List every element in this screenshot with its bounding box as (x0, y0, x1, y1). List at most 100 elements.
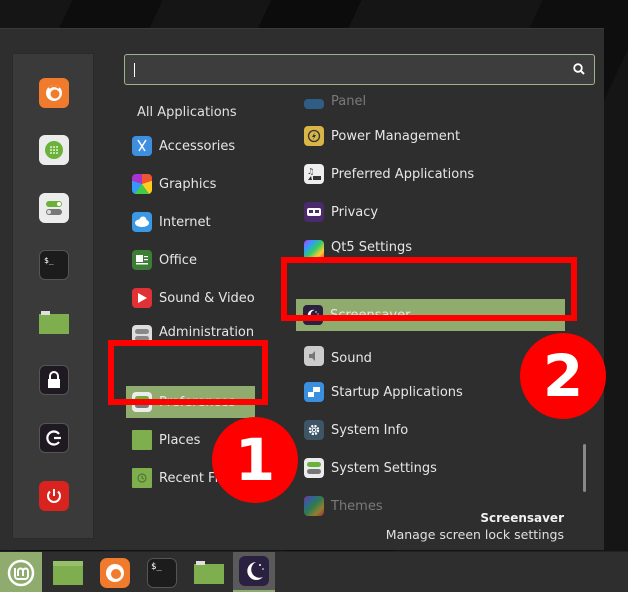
speaker-icon (304, 346, 324, 366)
app-system-info[interactable]: System Info (304, 414, 408, 446)
svg-text:$_: $_ (151, 562, 162, 572)
terminal-icon: $_ (147, 557, 177, 588)
app-label: Privacy (331, 204, 379, 220)
category-label: Internet (159, 214, 211, 230)
app-description: Screensaver Manage screen lock settings (386, 511, 564, 542)
favorite-shutdown[interactable] (39, 481, 69, 511)
app-label: Themes (331, 498, 383, 514)
app-label: System Info (331, 422, 409, 438)
apps-scrollbar[interactable] (583, 444, 586, 492)
category-graphics[interactable]: Graphics (132, 168, 216, 200)
favorite-logout[interactable] (39, 423, 69, 453)
app-label: Screensaver (330, 307, 411, 323)
startup-icon (304, 382, 324, 402)
app-sound[interactable]: Sound (304, 344, 372, 366)
admin-icon (132, 325, 152, 345)
favorite-system-settings[interactable] (39, 193, 69, 223)
favorite-lock-screen[interactable] (39, 365, 69, 395)
category-sound-video[interactable]: Sound & Video (132, 282, 255, 314)
taskbar-terminal[interactable]: $_ (141, 552, 183, 592)
recent-folder-icon (132, 468, 152, 488)
category-places[interactable]: Places (132, 424, 200, 456)
search-input[interactable] (124, 54, 595, 85)
category-label: Office (159, 252, 197, 268)
category-label: Accessories (159, 138, 236, 154)
logout-icon (46, 430, 61, 446)
app-system-settings[interactable]: System Settings (304, 452, 437, 484)
taskbar-files[interactable] (188, 552, 230, 592)
app-qt5-settings[interactable]: Qt5 Settings (304, 234, 412, 258)
app-label: Panel (331, 94, 367, 109)
description-title: Screensaver (480, 511, 564, 525)
taskbar-menu-button[interactable] (0, 552, 42, 592)
text-cursor (134, 63, 135, 77)
taskbar-show-desktop[interactable] (47, 552, 89, 592)
app-panel[interactable]: Panel (304, 87, 366, 109)
power-management-icon (304, 126, 324, 146)
app-themes[interactable]: Themes (304, 490, 383, 522)
moon-icon (303, 305, 323, 325)
app-screensaver[interactable]: Screensaver (296, 299, 565, 331)
category-administration[interactable]: Administration (132, 320, 254, 348)
privacy-mask-icon (304, 202, 324, 222)
app-preferred-applications[interactable]: ♫ Preferred Applications (304, 158, 474, 190)
folder-icon (132, 430, 152, 450)
office-icon (132, 250, 152, 270)
folder-icon (39, 311, 69, 334)
power-icon (47, 489, 61, 503)
category-office[interactable]: Office (132, 244, 197, 276)
themes-brush-icon (304, 496, 324, 516)
svg-text:♫: ♫ (307, 167, 314, 176)
firefox-icon (46, 85, 62, 101)
app-label: Startup Applications (331, 384, 463, 400)
favorite-files[interactable] (39, 308, 69, 338)
desktop-icon (53, 560, 83, 585)
gear-icon (304, 420, 324, 440)
firefox-icon (100, 557, 130, 588)
taskbar: $_ (0, 551, 628, 592)
terminal-icon: $_ (44, 256, 54, 265)
category-preferences[interactable]: Preferences (126, 386, 255, 418)
category-label: Preferences (159, 394, 236, 410)
moon-icon (239, 556, 269, 586)
app-startup-applications[interactable]: Startup Applications (304, 376, 463, 408)
favorite-software-manager[interactable] (39, 135, 69, 165)
app-label: Preferred Applications (331, 166, 475, 182)
app-label: Qt5 Settings (331, 240, 413, 255)
scissors-icon (132, 136, 152, 156)
category-label: Places (159, 432, 201, 448)
category-internet[interactable]: Internet (132, 206, 211, 238)
folder-icon (194, 560, 224, 584)
application-menu: $_ All Applications Accessories Graphics… (0, 28, 604, 550)
app-label: Sound (331, 351, 372, 366)
category-accessories[interactable]: Accessories (132, 130, 235, 162)
app-label: Power Management (331, 128, 461, 144)
step-badge-1: 1 (212, 417, 298, 503)
toggle-settings-icon (132, 392, 152, 412)
description-text: Manage screen lock settings (385, 527, 564, 542)
category-label: Sound & Video (159, 290, 255, 306)
mint-logo-icon (7, 559, 35, 586)
favorite-firefox[interactable] (39, 78, 69, 108)
step-badge-2: 2 (520, 333, 606, 419)
toggle-settings-icon (304, 458, 324, 478)
preferred-apps-icon: ♫ (304, 164, 324, 184)
taskbar-firefox[interactable] (94, 552, 136, 592)
favorite-terminal[interactable]: $_ (39, 250, 69, 280)
taskbar-screensaver[interactable] (233, 552, 275, 592)
software-manager-icon (45, 141, 63, 159)
lock-icon (48, 371, 60, 388)
search-icon[interactable] (572, 62, 586, 76)
qt5-brush-icon (304, 240, 324, 258)
app-label: System Settings (331, 460, 437, 476)
app-power-management[interactable]: Power Management (304, 120, 460, 152)
panel-icon (304, 99, 324, 109)
category-label: Graphics (159, 176, 217, 192)
toggle-settings-icon (46, 201, 62, 215)
app-privacy[interactable]: Privacy (304, 196, 378, 228)
favorites-sidebar: $_ (12, 53, 94, 539)
graphics-icon (132, 174, 152, 194)
cloud-icon (132, 212, 152, 232)
category-all-applications[interactable]: All Applications (137, 105, 237, 120)
category-label: Administration (159, 325, 255, 340)
